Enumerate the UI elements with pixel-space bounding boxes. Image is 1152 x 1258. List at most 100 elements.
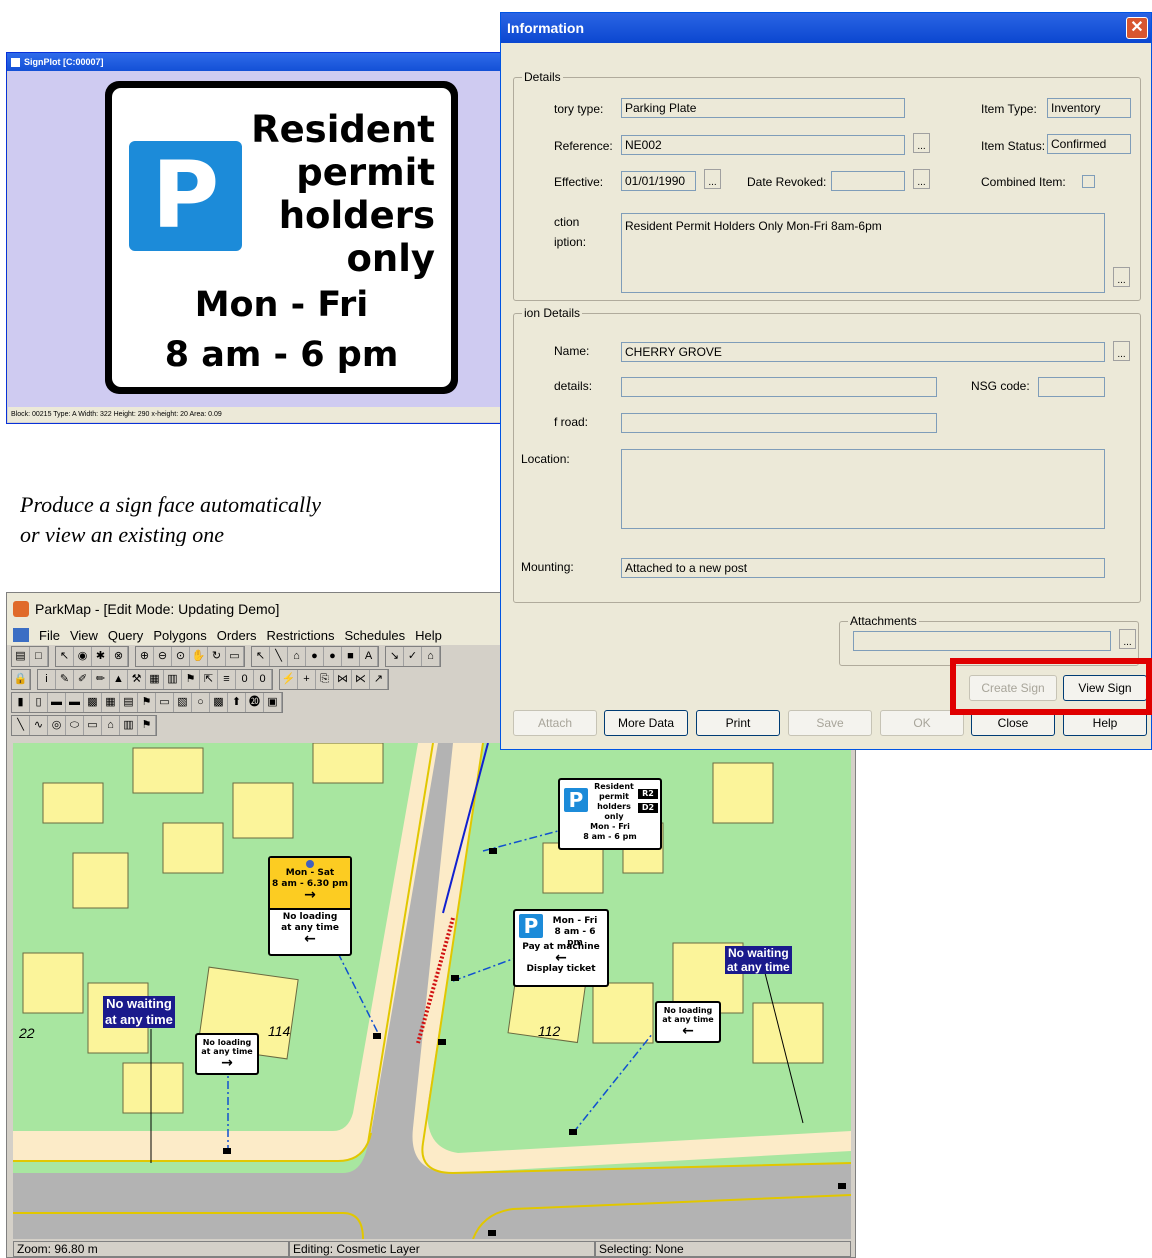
inventory-type-field[interactable]: Parking Plate — [621, 98, 905, 118]
zoom-in-icon[interactable]: ⊕ — [136, 647, 154, 666]
attachments-field[interactable] — [853, 631, 1111, 651]
circle-icon[interactable]: ● — [324, 647, 342, 666]
select-icon[interactable]: ↖ — [56, 647, 74, 666]
layer-icon[interactable]: ≡ — [218, 670, 236, 689]
map-sign-no-loading[interactable]: No loading at any time ← — [655, 1001, 721, 1043]
check-icon[interactable]: ✓ — [404, 647, 422, 666]
info-icon[interactable]: i — [38, 670, 56, 689]
description-expand-button[interactable]: ... — [1113, 267, 1130, 287]
flag2-icon[interactable]: ⚑ — [138, 693, 156, 712]
connect-icon[interactable]: ⚡ — [280, 670, 298, 689]
pencil-icon[interactable]: ✎ — [56, 670, 74, 689]
map-sign-pay[interactable]: P Mon - Fri 8 am - 6 pm Pay at machine ←… — [513, 909, 609, 987]
zero-icon[interactable]: 0 — [236, 670, 254, 689]
label-icon[interactable]: ▭ — [156, 693, 174, 712]
lamp-icon[interactable]: ⚑ — [138, 716, 156, 735]
map-canvas[interactable]: 22 114 112 No waiting at any time No wait… — [13, 743, 851, 1239]
menu-query[interactable]: Query — [108, 628, 143, 643]
split-icon[interactable]: ⋉ — [352, 670, 370, 689]
edit-icon[interactable]: ↘ — [386, 647, 404, 666]
pattern-icon[interactable]: ▩ — [210, 693, 228, 712]
side-of-road-field[interactable] — [621, 413, 937, 433]
nsg-code-field[interactable] — [1038, 377, 1105, 397]
item-status-field[interactable]: Confirmed — [1047, 134, 1131, 154]
menu-orders[interactable]: Orders — [217, 628, 257, 643]
line-type-icon[interactable]: ▬ — [48, 693, 66, 712]
stop-icon[interactable]: ⊗ — [110, 647, 128, 666]
lock-icon[interactable]: 🔒 — [12, 670, 30, 689]
wave-icon[interactable]: ∿ — [30, 716, 48, 735]
polygon-icon[interactable]: ⌂ — [288, 647, 306, 666]
meter-icon[interactable]: ▦ — [102, 693, 120, 712]
plus-icon[interactable]: + — [298, 670, 316, 689]
ring-icon[interactable]: ○ — [192, 693, 210, 712]
reference-lookup-button[interactable]: ... — [913, 133, 930, 153]
attach-button[interactable]: Attach — [513, 710, 597, 736]
date-effective-picker[interactable]: ... — [704, 169, 721, 189]
bar-icon[interactable]: ▭ — [84, 716, 102, 735]
map-icon[interactable]: ▧ — [174, 693, 192, 712]
street-name-field[interactable]: CHERRY GROVE — [621, 342, 1105, 362]
home-icon[interactable]: ⌂ — [422, 647, 440, 666]
item-type-field[interactable]: Inventory — [1047, 98, 1131, 118]
draw-icon[interactable]: ✐ — [74, 670, 92, 689]
multi-select-icon[interactable]: ✱ — [92, 647, 110, 666]
pan-icon[interactable]: ✋ — [190, 647, 208, 666]
shape-icon[interactable]: ● — [306, 647, 324, 666]
window-icon[interactable]: ▭ — [226, 647, 244, 666]
diagonal-icon[interactable]: ╲ — [12, 716, 30, 735]
grid-icon[interactable]: ▥ — [164, 670, 182, 689]
merge-icon[interactable]: ⋈ — [334, 670, 352, 689]
date-revoked-picker[interactable]: ... — [913, 169, 930, 189]
more-data-button[interactable]: More Data — [604, 710, 688, 736]
text-icon[interactable]: A — [360, 647, 378, 666]
zone-icon[interactable]: ▬ — [66, 693, 84, 712]
combined-item-checkbox[interactable] — [1082, 175, 1095, 188]
chart-icon[interactable]: ▦ — [146, 670, 164, 689]
new-icon[interactable]: □ — [30, 647, 48, 666]
measure-icon[interactable]: 0 — [254, 670, 272, 689]
description-field[interactable]: Resident Permit Holders Only Mon-Fri 8am… — [621, 213, 1105, 293]
pointer-icon[interactable]: ↖ — [252, 647, 270, 666]
map-sign-loading[interactable]: Mon - Sat 8 am - 6.30 pm → No loading at… — [268, 856, 352, 956]
refresh-icon[interactable]: ↻ — [208, 647, 226, 666]
no-waiting-label[interactable]: No waiting at any time — [725, 946, 792, 974]
arrow-icon[interactable]: ⇱ — [200, 670, 218, 689]
location-field[interactable] — [621, 449, 1105, 529]
line-icon[interactable]: ╲ — [270, 647, 288, 666]
menu-polygons[interactable]: Polygons — [153, 628, 206, 643]
attachments-button[interactable]: ... — [1119, 629, 1136, 649]
reference-field[interactable]: NE002 — [621, 135, 905, 155]
post2-icon[interactable]: ⌂ — [102, 716, 120, 735]
sign-icon[interactable]: ▣ — [264, 693, 282, 712]
menu-file[interactable]: File — [39, 628, 60, 643]
target-icon[interactable]: ◎ — [48, 716, 66, 735]
copy-icon[interactable]: ⎘ — [316, 670, 334, 689]
print-button[interactable]: Print — [696, 710, 780, 736]
brush-icon[interactable]: ✏ — [92, 670, 110, 689]
tool-icon[interactable]: ⚒ — [128, 670, 146, 689]
capsule-icon[interactable]: ⬭ — [66, 716, 84, 735]
direction-icon[interactable]: ⬆ — [228, 693, 246, 712]
details-field[interactable] — [621, 377, 937, 397]
info-select-icon[interactable]: ◉ — [74, 647, 92, 666]
menu-schedules[interactable]: Schedules — [344, 628, 405, 643]
post-icon[interactable]: ▮ — [12, 693, 30, 712]
date-effective-field[interactable]: 01/01/1990 — [621, 171, 696, 191]
open-icon[interactable]: ▤ — [12, 647, 30, 666]
stack-icon[interactable]: ▤ — [120, 693, 138, 712]
menu-help[interactable]: Help — [415, 628, 442, 643]
unit-icon[interactable]: ▩ — [84, 693, 102, 712]
flag-icon[interactable]: ⚑ — [182, 670, 200, 689]
map-sign-resident[interactable]: P Resident permit holders only R2 D2 Mon… — [558, 778, 662, 850]
document-icon[interactable] — [13, 628, 29, 642]
dialog-close-button[interactable]: ✕ — [1126, 17, 1148, 39]
menu-restrictions[interactable]: Restrictions — [267, 628, 335, 643]
route-icon[interactable]: ↗ — [370, 670, 388, 689]
date-revoked-field[interactable] — [831, 171, 905, 191]
mounting-field[interactable]: Attached to a new post — [621, 558, 1105, 578]
fill-icon[interactable]: ▲ — [110, 670, 128, 689]
map-sign-no-loading[interactable]: No loading at any time → — [195, 1033, 259, 1075]
menu-view[interactable]: View — [70, 628, 98, 643]
save-button[interactable]: Save — [788, 710, 872, 736]
